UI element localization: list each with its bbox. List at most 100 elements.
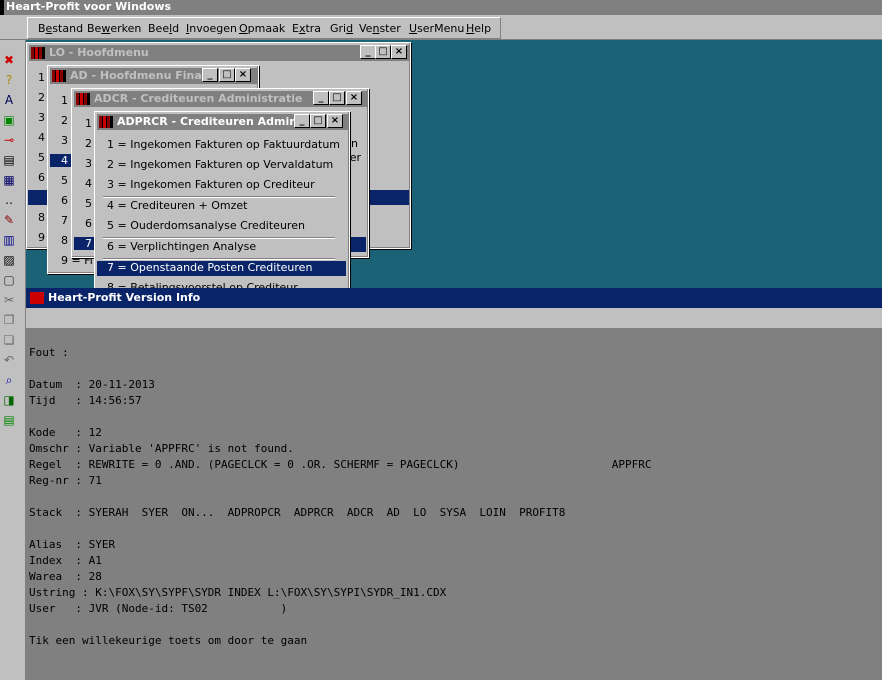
window-lo-titlebar[interactable]: LO - Hoofdmenu [29,45,410,61]
error-line: Tik een willekeurige toets om door te ga… [29,634,308,647]
print-icon[interactable]: ▤ [1,152,17,168]
copy-icon[interactable]: ❐ [1,312,17,328]
close-button[interactable]: × [327,114,343,128]
cut-icon[interactable]: ✂ [1,292,17,308]
minimize-button[interactable]: _ [360,45,376,59]
minimize-button[interactable]: _ [294,114,310,128]
menu-item[interactable]: Opmaak [239,22,285,35]
menu-item[interactable]: 1 [61,94,68,107]
error-line: Tijd : 14:56:57 [29,394,142,407]
error-line: Kode : 12 [29,426,102,439]
app-title-bar: Heart-Profit voor Windows [0,0,882,15]
maximize-button[interactable]: □ [219,68,235,82]
menu-item[interactable]: 8 [61,234,68,247]
error-line: Regel : REWRITE = 0 .AND. (PAGECLCK = 0 … [29,458,652,471]
edit-icon[interactable]: ✎ [1,212,17,228]
exit-icon[interactable]: ✖ [1,52,17,68]
menu-item[interactable]: 2 = Ingekomen Fakturen op Vervaldatum [107,158,333,171]
window-lo-title: LO - Hoofdmenu [49,46,149,59]
window-adprcr-title: ADPRCR - Crediteuren Admini... [117,115,314,128]
menu-item[interactable]: 5 [85,197,92,210]
menu-selection [348,237,366,252]
menu-item[interactable]: 4 [85,177,92,190]
maximize-button[interactable]: □ [329,91,345,105]
menu-item[interactable]: 6 [38,171,45,184]
menu-item[interactable]: 2 [85,137,92,150]
menu-text-fragment: n [351,137,358,150]
menu-item[interactable]: 3 [85,157,92,170]
app-icon [30,292,44,304]
menu-item[interactable]: 8 [38,211,45,224]
menu-item[interactable]: Invoegen [186,22,237,35]
window-adprcr[interactable]: ADPRCR - Crediteuren Admini... _ □ × 1 1… [94,111,350,290]
menu-item[interactable]: 4 = Crediteuren + Omzet [107,199,248,212]
menu-item[interactable]: Beeld [148,22,179,35]
report-icon[interactable]: ▨ [1,252,17,268]
app-icon [0,0,4,15]
left-toolbar: ✖? A ▣ ⊸ ▤ ▦ ‥ ✎ ▥ ▨ ▢ ✂ ❐ ❏ ↶ ⌕ ◨ ▤ [0,40,26,680]
menu-item[interactable]: 1 [38,71,45,84]
search-icon[interactable]: ⌕ [1,372,17,388]
menu-separator [103,258,335,260]
window-icon [99,116,113,128]
menu-item[interactable]: Bestand [38,22,83,35]
menu-item[interactable]: 7 = Openstaande Posten Crediteuren [97,261,346,276]
menu-item[interactable]: Bewerken [87,22,141,35]
window-icon [31,47,45,59]
key-icon[interactable]: ⊸ [1,132,17,148]
minimize-button[interactable]: _ [202,68,218,82]
menu-item[interactable]: 2 [38,91,45,104]
menu-item[interactable]: 5 [38,151,45,164]
menu-item[interactable]: Grid [330,22,353,35]
maximize-button[interactable]: □ [375,45,391,59]
menu-item[interactable]: 6 [85,217,92,230]
maximize-button[interactable]: □ [310,114,326,128]
error-line: Alias : SYER [29,538,116,551]
error-line: Reg-nr : 71 [29,474,102,487]
menu-item[interactable]: 1 [85,117,92,130]
minimize-button[interactable]: _ [313,91,329,105]
menu-item[interactable]: 3 = Ingekomen Fakturen op Crediteur [107,178,315,191]
menu-item[interactable]: 6 [61,194,68,207]
error-line: Datum : 20-11-2013 [29,378,155,391]
card-icon[interactable]: ▥ [1,232,17,248]
menu-item[interactable]: 2 [61,114,68,127]
menu-item[interactable]: UserMenu [409,22,464,35]
window-adcr-title: ADCR - Crediteuren Administratie [94,92,303,105]
close-button[interactable]: × [235,68,251,82]
close-button[interactable]: × [346,91,362,105]
menu-item[interactable]: 5 [61,174,68,187]
sheet-icon[interactable]: ▤ [1,412,17,428]
undo-icon[interactable]: ↶ [1,352,17,368]
dots-icon[interactable]: ‥ [1,192,17,208]
version-info-window[interactable]: Heart-Profit Version Info Fout : Datum : … [26,288,882,680]
menu-item[interactable]: 7 [61,214,68,227]
window-icon [52,70,66,82]
app-title: Heart-Profit voor Windows [6,0,172,13]
window-icon [76,93,90,105]
error-line: Index : A1 [29,554,102,567]
menu-item[interactable]: 9 [38,231,45,244]
menu-item[interactable]: 3 [38,111,45,124]
menu-item[interactable]: 6 = Verplichtingen Analyse [107,240,256,253]
calculator-icon[interactable]: ▦ [1,172,17,188]
image-icon[interactable]: ▣ [1,112,17,128]
menu-item[interactable]: Venster [359,22,401,35]
close-button[interactable]: × [391,45,407,59]
window-icon[interactable]: ▢ [1,272,17,288]
preview-icon[interactable]: ◨ [1,392,17,408]
menu-item[interactable]: 5 = Ouderdomsanalyse Crediteuren [107,219,305,232]
version-info-titlebar[interactable]: Heart-Profit Version Info [26,288,882,308]
version-info-header-band [26,308,882,328]
menu-item[interactable]: 3 [61,134,68,147]
menu-item[interactable]: 1 = Ingekomen Fakturen op Faktuurdatum [107,138,340,151]
menu-item[interactable]: 4 [38,131,45,144]
font-icon[interactable]: A [1,92,17,108]
menu-item[interactable]: Extra [292,22,321,35]
menu-item[interactable]: Help [466,22,491,35]
help-icon[interactable]: ? [1,72,17,88]
menu-separator [103,237,335,239]
paste-icon[interactable]: ❏ [1,332,17,348]
error-line: User : JVR (Node-id: TS02 ) [29,602,288,615]
menu-bar-inner: Bestand Bewerken Beeld Invoegen Opmaak Extra G… [27,17,501,39]
